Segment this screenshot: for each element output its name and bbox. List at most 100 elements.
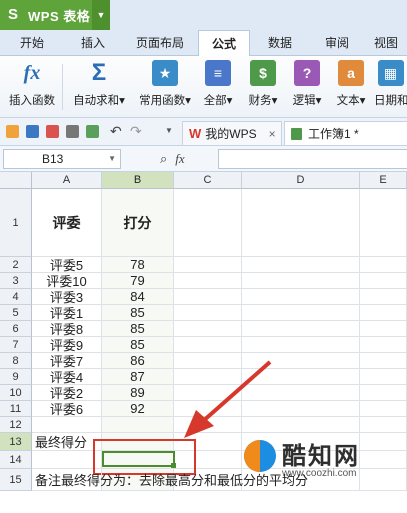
cell-c5[interactable] [174, 305, 242, 321]
cell-e6[interactable] [360, 321, 407, 337]
chevron-down-icon[interactable]: ▼ [165, 126, 173, 135]
tab-data[interactable]: 数据 [250, 30, 310, 56]
cell-e10[interactable] [360, 385, 407, 401]
cell-e3[interactable] [360, 273, 407, 289]
autosum-button[interactable]: Σ 自动求和▾ [68, 59, 130, 116]
column-header-b[interactable]: B [102, 172, 174, 189]
tab-review[interactable]: 审阅 [310, 30, 364, 56]
cell-e5[interactable] [360, 305, 407, 321]
cell-b7[interactable]: 85 [102, 337, 174, 353]
redo-icon[interactable]: ↷ [130, 123, 142, 140]
cell-d4[interactable] [242, 289, 360, 305]
row-header-8[interactable]: 8 [0, 353, 32, 369]
undo-icon[interactable]: ↶ [110, 123, 122, 140]
cell-c1[interactable] [174, 189, 242, 257]
close-icon[interactable]: × [269, 127, 276, 141]
chevron-down-icon[interactable]: ▼ [108, 150, 116, 168]
row-header-2[interactable]: 2 [0, 257, 32, 273]
cell-b9[interactable]: 87 [102, 369, 174, 385]
date-functions-button[interactable]: ▦ 日期和 [374, 60, 407, 116]
cell-d3[interactable] [242, 273, 360, 289]
row-header-6[interactable]: 6 [0, 321, 32, 337]
row-header-3[interactable]: 3 [0, 273, 32, 289]
row-header-15[interactable]: 15 [0, 469, 32, 491]
cell-b12[interactable] [102, 417, 174, 433]
tab-view[interactable]: 视图 [364, 30, 407, 56]
row-header-5[interactable]: 5 [0, 305, 32, 321]
row-header-4[interactable]: 4 [0, 289, 32, 305]
cell-a13[interactable]: 最终得分 [32, 433, 102, 451]
print-icon[interactable] [66, 125, 79, 138]
row-header-11[interactable]: 11 [0, 401, 32, 417]
cell-b3[interactable]: 79 [102, 273, 174, 289]
logic-button[interactable]: ? 逻辑▾ [288, 60, 326, 116]
tab-formulas[interactable]: 公式 [198, 30, 250, 57]
cell-a14[interactable] [32, 451, 102, 469]
cell-b8[interactable]: 86 [102, 353, 174, 369]
cell-a15[interactable]: 备注最终得分为：去除最高分和最低分的平均分 [32, 469, 308, 491]
tab-home[interactable]: 开始 [0, 30, 64, 56]
name-box[interactable]: B13 ▼ [3, 149, 121, 169]
row-header-14[interactable]: 14 [0, 451, 32, 469]
select-all-corner[interactable] [0, 172, 32, 189]
text-functions-button[interactable]: a 文本▾ [332, 60, 370, 116]
row-header-13[interactable]: 13 [0, 433, 32, 451]
chevron-down-icon[interactable]: ▼ [92, 0, 110, 30]
cell-d2[interactable] [242, 257, 360, 273]
preview-icon[interactable] [86, 125, 99, 138]
formula-input[interactable] [218, 149, 407, 169]
row-header-7[interactable]: 7 [0, 337, 32, 353]
all-functions-label: 全部▾ [203, 95, 233, 107]
column-header-c[interactable]: C [174, 172, 242, 189]
cell-b2[interactable]: 78 [102, 257, 174, 273]
row-header-9[interactable]: 9 [0, 369, 32, 385]
formula-bar: B13 ▼ ⌕ fx [0, 146, 407, 172]
cell-e9[interactable] [360, 369, 407, 385]
cell-e4[interactable] [360, 289, 407, 305]
cell-b1[interactable]: 打分 [102, 189, 174, 257]
tab-insert[interactable]: 插入 [64, 30, 122, 56]
common-functions-button[interactable]: ★ 常用函数▾ [136, 60, 194, 116]
cell-c3[interactable] [174, 273, 242, 289]
cell-a1[interactable]: 评委 [32, 189, 102, 257]
tab-page-layout[interactable]: 页面布局 [122, 30, 198, 56]
column-header-e[interactable]: E [360, 172, 407, 189]
cell-b6[interactable]: 85 [102, 321, 174, 337]
cell-a12[interactable] [32, 417, 102, 433]
doc-tab-workbook[interactable]: 工作簿1 * [284, 121, 407, 145]
cell-e1[interactable] [360, 189, 407, 257]
fx-icon[interactable]: fx [175, 151, 184, 166]
cell-a11[interactable]: 评委6 [32, 401, 102, 417]
formula-tools: ⌕ fx [160, 151, 185, 167]
cell-b10[interactable]: 89 [102, 385, 174, 401]
insert-function-button[interactable]: fx 插入函数 [6, 60, 58, 116]
cell-d6[interactable] [242, 321, 360, 337]
cell-e7[interactable] [360, 337, 407, 353]
all-functions-button[interactable]: ≡ 全部▾ [200, 60, 236, 116]
column-header-a[interactable]: A [32, 172, 102, 189]
pdf-icon[interactable] [46, 125, 59, 138]
folder-icon[interactable] [6, 125, 19, 138]
row-header-12[interactable]: 12 [0, 417, 32, 433]
cell-d1[interactable] [242, 189, 360, 257]
cell-b11[interactable]: 92 [102, 401, 174, 417]
finance-button[interactable]: $ 财务▾ [244, 60, 282, 116]
doc-tab-my-wps[interactable]: W 我的WPS × [182, 121, 282, 145]
wps-menu-button[interactable]: S WPS 表格 ▼ [0, 0, 110, 30]
cell-b5[interactable]: 85 [102, 305, 174, 321]
cell-c2[interactable] [174, 257, 242, 273]
column-header-d[interactable]: D [242, 172, 360, 189]
cell-c7[interactable] [174, 337, 242, 353]
row-header-10[interactable]: 10 [0, 385, 32, 401]
cell-e8[interactable] [360, 353, 407, 369]
save-icon[interactable] [26, 125, 39, 138]
cell-c4[interactable] [174, 289, 242, 305]
cell-d5[interactable] [242, 305, 360, 321]
row-header-1[interactable]: 1 [0, 189, 32, 257]
cell-e2[interactable] [360, 257, 407, 273]
cell-c6[interactable] [174, 321, 242, 337]
cell-b4[interactable]: 84 [102, 289, 174, 305]
cell-e11[interactable] [360, 401, 407, 417]
cell-d7[interactable] [242, 337, 360, 353]
zoom-icon[interactable]: ⌕ [160, 151, 167, 166]
